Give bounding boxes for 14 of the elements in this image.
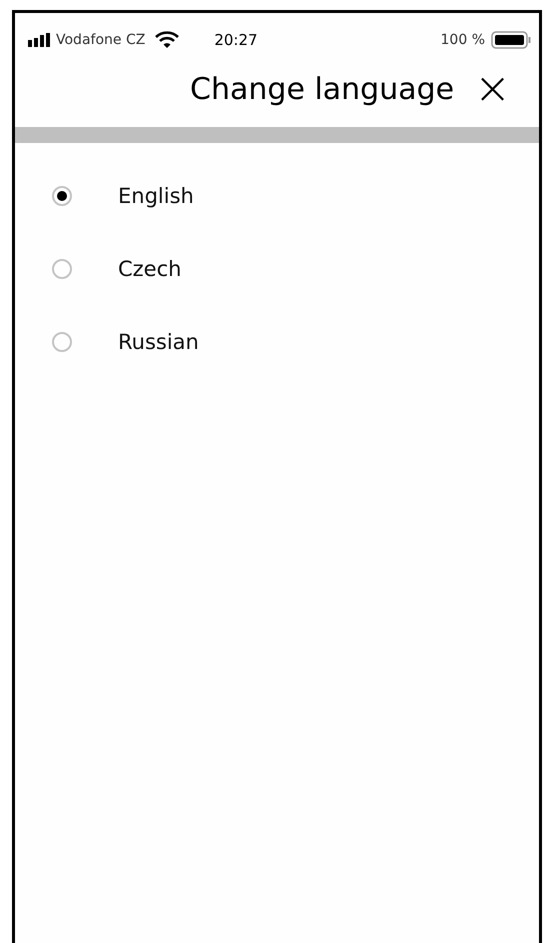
- battery-percentage: 100 %: [440, 32, 485, 48]
- language-label: Czech: [118, 256, 182, 280]
- close-button[interactable]: ×: [474, 67, 511, 111]
- radio-button[interactable]: [52, 186, 72, 206]
- radio-button[interactable]: [52, 258, 72, 278]
- battery-icon: [491, 31, 531, 49]
- radio-button[interactable]: [52, 332, 72, 352]
- language-label: English: [118, 184, 194, 208]
- signal-icon: [28, 33, 50, 47]
- screen-title: Change language: [190, 72, 454, 106]
- language-label: Russian: [118, 330, 199, 354]
- wifi-icon: [155, 31, 180, 49]
- clock-time: 20:27: [214, 31, 258, 49]
- carrier-name: Vodafone CZ: [56, 32, 146, 48]
